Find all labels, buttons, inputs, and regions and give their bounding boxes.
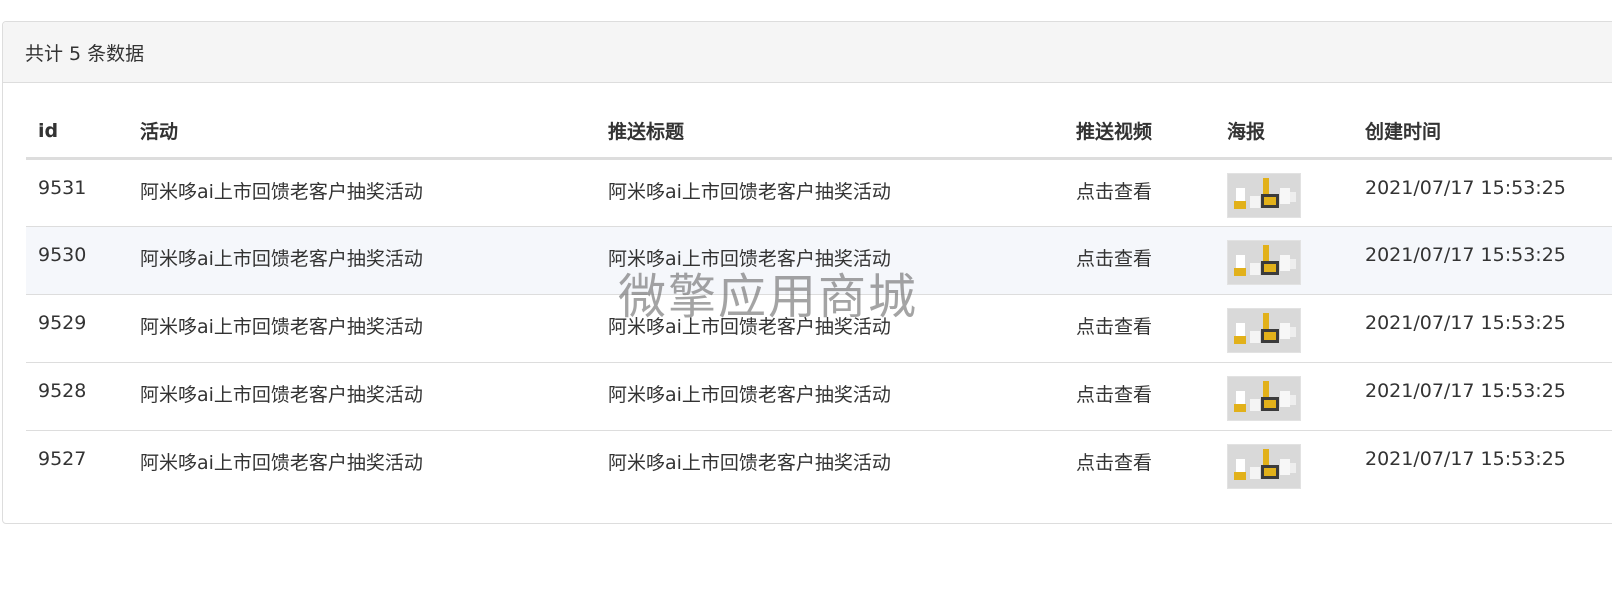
view-video-link[interactable]: 点击查看 — [1076, 452, 1152, 474]
view-video-link[interactable]: 点击查看 — [1076, 384, 1152, 406]
poster-image-icon — [1228, 173, 1300, 217]
table-row: 9528 阿米哆ai上市回馈老客户抽奖活动 阿米哆ai上市回馈老客户抽奖活动 点… — [26, 361, 1612, 430]
poster-thumbnail[interactable] — [1227, 443, 1301, 489]
poster-thumbnail[interactable] — [1227, 239, 1301, 285]
cell-id: 9531 — [38, 176, 87, 199]
cell-poster — [1215, 293, 1353, 362]
cell-push-title: 阿米哆ai上市回馈老客户抽奖活动 — [596, 225, 1064, 294]
cell-push-video: 点击查看 — [1064, 361, 1215, 430]
cell-push-title: 阿米哆ai上市回馈老客户抽奖活动 — [596, 293, 1064, 362]
cell-activity: 阿米哆ai上市回馈老客户抽奖活动 — [140, 180, 423, 203]
table-row: 9530 阿米哆ai上市回馈老客户抽奖活动 阿米哆ai上市回馈老客户抽奖活动 点… — [26, 225, 1612, 294]
table-row: 9531 阿米哆ai上市回馈老客户抽奖活动 阿米哆ai上市回馈老客户抽奖活动 点… — [26, 158, 1612, 226]
cell-activity: 阿米哆ai上市回馈老客户抽奖活动 — [128, 429, 596, 498]
header-push-video: 推送视频 — [1064, 105, 1215, 160]
record-count-heading: 共计 5 条数据 — [3, 22, 1612, 83]
header-poster: 海报 — [1215, 105, 1353, 160]
cell-created-at: 2021/07/17 15:53:25 — [1353, 293, 1612, 362]
push-records-table: id 活动 推送标题 推送视频 海报 创建时间 9531 阿米哆ai上市回馈老客… — [26, 105, 1612, 498]
poster-thumbnail[interactable] — [1227, 172, 1301, 218]
cell-push-video: 点击查看 — [1064, 225, 1215, 294]
cell-poster — [1215, 361, 1353, 430]
cell-push-video: 点击查看 — [1064, 158, 1215, 226]
poster-image-icon — [1228, 444, 1300, 488]
cell-poster — [1215, 158, 1353, 226]
cell-id: 9528 — [26, 361, 128, 430]
cell-activity: 阿米哆ai上市回馈老客户抽奖活动 — [128, 293, 596, 362]
poster-image-icon — [1228, 308, 1300, 352]
cell-id: 9530 — [26, 225, 128, 294]
cell-push-video: 点击查看 — [1064, 293, 1215, 362]
view-video-link[interactable]: 点击查看 — [1076, 316, 1152, 338]
poster-image-icon — [1228, 376, 1300, 420]
view-video-link[interactable]: 点击查看 — [1076, 248, 1152, 270]
cell-poster — [1215, 429, 1353, 498]
cell-push-video: 点击查看 — [1064, 429, 1215, 498]
cell-poster — [1215, 225, 1353, 294]
table-header-row: id 活动 推送标题 推送视频 海报 创建时间 — [26, 105, 1612, 160]
cell-activity: 阿米哆ai上市回馈老客户抽奖活动 — [128, 225, 596, 294]
cell-push-title: 阿米哆ai上市回馈老客户抽奖活动 — [596, 429, 1064, 498]
cell-activity: 阿米哆ai上市回馈老客户抽奖活动 — [128, 361, 596, 430]
table-row: 9527 阿米哆ai上市回馈老客户抽奖活动 阿米哆ai上市回馈老客户抽奖活动 点… — [26, 429, 1612, 498]
panel-body: id 活动 推送标题 推送视频 海报 创建时间 9531 阿米哆ai上市回馈老客… — [3, 83, 1612, 498]
poster-thumbnail[interactable] — [1227, 307, 1301, 353]
cell-created-at: 2021/07/17 15:53:25 — [1353, 361, 1612, 430]
cell-created-at: 2021/07/17 15:53:25 — [1353, 429, 1612, 498]
cell-created-at: 2021/07/17 15:53:25 — [1365, 176, 1566, 199]
view-video-link[interactable]: 点击查看 — [1076, 181, 1152, 203]
cell-created-at: 2021/07/17 15:53:25 — [1353, 225, 1612, 294]
header-activity: 活动 — [128, 105, 596, 160]
header-created-at: 创建时间 — [1353, 105, 1612, 160]
header-id: id — [26, 105, 128, 160]
cell-id: 9527 — [26, 429, 128, 498]
cell-id: 9529 — [26, 293, 128, 362]
cell-push-title: 阿米哆ai上市回馈老客户抽奖活动 — [608, 180, 891, 203]
table-row: 9529 阿米哆ai上市回馈老客户抽奖活动 阿米哆ai上市回馈老客户抽奖活动 点… — [26, 293, 1612, 362]
cell-push-title: 阿米哆ai上市回馈老客户抽奖活动 — [596, 361, 1064, 430]
header-push-title: 推送标题 — [596, 105, 1064, 160]
poster-image-icon — [1228, 240, 1300, 284]
poster-thumbnail[interactable] — [1227, 375, 1301, 421]
data-panel: 共计 5 条数据 id 活动 推送标题 推送视频 海报 创建时间 9531 阿米… — [2, 21, 1612, 524]
